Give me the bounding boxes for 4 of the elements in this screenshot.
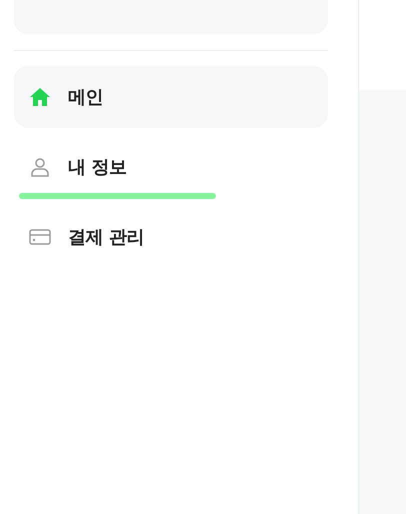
sidebar-item[interactable]: 내 정보: [14, 136, 328, 198]
home-icon: [28, 85, 52, 109]
sidebar-item[interactable]: 메인: [14, 66, 328, 128]
sidebar-item[interactable]: 결제 관리: [14, 206, 328, 268]
